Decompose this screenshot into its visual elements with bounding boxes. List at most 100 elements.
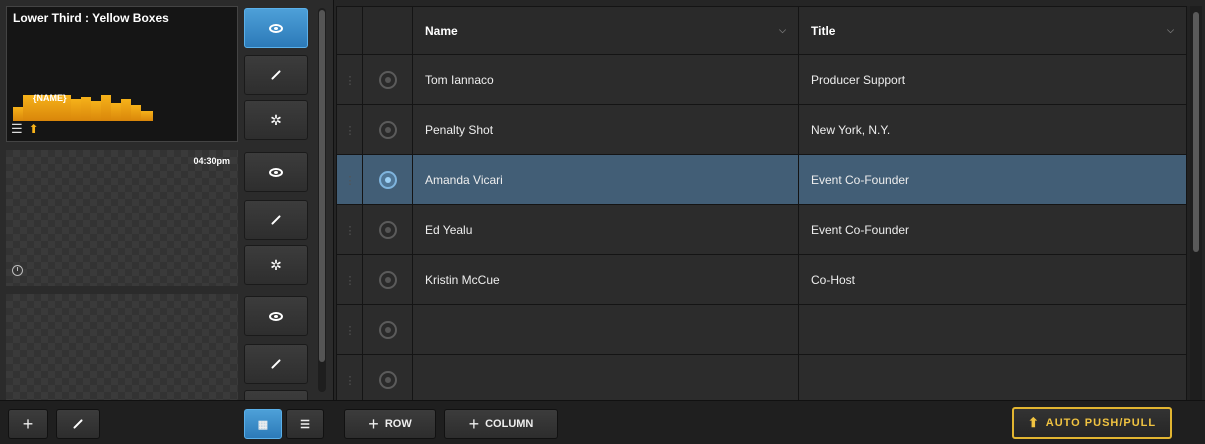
cell-name[interactable]: [412, 354, 799, 400]
row-radio[interactable]: [362, 104, 413, 155]
gear-icon: ✲: [270, 111, 282, 128]
row-radio[interactable]: [362, 54, 413, 105]
cell-title[interactable]: Producer Support: [798, 54, 1187, 105]
brush-icon: [271, 70, 281, 80]
grip-column-header: [336, 6, 363, 55]
table-row[interactable]: ⋮: [336, 354, 1187, 400]
table-scrollbar[interactable]: [1190, 6, 1202, 400]
row-grip[interactable]: ⋮: [336, 54, 363, 105]
grip-icon: ⋮: [344, 274, 356, 287]
grid-view-icon: ▦: [257, 418, 269, 431]
row-grip[interactable]: ⋮: [336, 104, 363, 155]
chevron-down-icon[interactable]: ⌵: [1167, 25, 1174, 36]
row-grip[interactable]: ⋮: [336, 354, 363, 400]
plus-icon: +: [468, 413, 480, 434]
cell-name[interactable]: Amanda Vicari: [412, 154, 799, 205]
table-row[interactable]: ⋮ Kristin McCue Co-Host: [336, 254, 1187, 305]
grip-icon: ⋮: [344, 324, 356, 337]
cell-title[interactable]: [798, 354, 1187, 400]
column-header-title[interactable]: Title ⌵: [798, 6, 1187, 55]
row-grip[interactable]: ⋮: [336, 254, 363, 305]
column-header-label: Title: [811, 23, 836, 38]
left-scrollbar[interactable]: [318, 8, 326, 392]
radio-icon[interactable]: [378, 170, 397, 189]
row-radio[interactable]: [362, 304, 413, 355]
table-row-selected[interactable]: ⋮ Amanda Vicari Event Co-Founder: [336, 154, 1187, 205]
list-view-button[interactable]: ☰: [286, 409, 324, 439]
cell-name[interactable]: Penalty Shot: [412, 104, 799, 155]
table-row[interactable]: ⋮ Penalty Shot New York, N.Y.: [336, 104, 1187, 155]
cell-title[interactable]: Event Co-Founder: [798, 154, 1187, 205]
cell-title[interactable]: New York, N.Y.: [798, 104, 1187, 155]
row-grip[interactable]: ⋮: [336, 304, 363, 355]
grip-icon: ⋮: [344, 224, 356, 237]
title-slot-3[interactable]: [4, 292, 314, 400]
cell-name[interactable]: [412, 304, 799, 355]
cell-title[interactable]: Event Co-Founder: [798, 204, 1187, 255]
grip-icon: ⋮: [344, 124, 356, 137]
table-row[interactable]: ⋮ Ed Yealu Event Co-Founder: [336, 204, 1187, 255]
plus-icon: +: [368, 413, 379, 434]
cell-title[interactable]: Co-Host: [798, 254, 1187, 305]
chevron-down-icon[interactable]: ⌵: [779, 25, 786, 36]
eye-icon: [269, 23, 283, 33]
cell-title[interactable]: [798, 304, 1187, 355]
row-radio[interactable]: [362, 204, 413, 255]
gear-icon: ✲: [270, 256, 282, 273]
radio-icon[interactable]: [378, 270, 397, 289]
add-row-button[interactable]: + ROW: [344, 409, 436, 439]
list-icon: ☰: [300, 418, 310, 431]
scroll-thumb[interactable]: [319, 10, 325, 362]
table-row[interactable]: ⋮ Tom Iannaco Producer Support: [336, 54, 1187, 105]
add-row-label: ROW: [384, 418, 412, 430]
radio-icon[interactable]: [378, 120, 397, 139]
row-radio[interactable]: [362, 354, 413, 400]
table-row[interactable]: ⋮: [336, 304, 1187, 355]
radio-icon[interactable]: [378, 70, 397, 89]
lower-third-editor: Lower Third : Yellow Boxes {NAME} ☰ ⬆ ✲ …: [0, 0, 1205, 444]
graphic-placeholder-label: {NAME}: [33, 93, 67, 103]
settings-button[interactable]: ✲: [244, 245, 308, 285]
eye-icon: [269, 167, 283, 177]
add-column-label: COLUMN: [485, 418, 534, 430]
row-grip[interactable]: ⋮: [336, 204, 363, 255]
list-icon[interactable]: ☰: [11, 121, 23, 137]
settings-button[interactable]: ✲: [244, 100, 308, 140]
edit-button[interactable]: [244, 344, 308, 384]
grip-icon: ⋮: [344, 174, 356, 187]
settings-button[interactable]: [244, 390, 308, 400]
radio-column-header: [362, 6, 413, 55]
edit-title-button[interactable]: [56, 409, 100, 439]
cell-name[interactable]: Ed Yealu: [412, 204, 799, 255]
row-radio[interactable]: [362, 254, 413, 305]
preview-eye-button[interactable]: [244, 8, 308, 48]
edit-button[interactable]: [244, 200, 308, 240]
auto-push-pull-label: AUTO PUSH/PULL: [1045, 417, 1157, 429]
grid-view-button[interactable]: ▦: [244, 409, 282, 439]
preview-eye-button[interactable]: [244, 296, 308, 336]
title-slot-1[interactable]: Lower Third : Yellow Boxes {NAME} ☰ ⬆ ✲: [4, 0, 314, 142]
upload-arrow-icon: ⬆: [1027, 415, 1040, 430]
row-radio[interactable]: [362, 154, 413, 205]
eye-icon: [269, 311, 283, 321]
radio-icon[interactable]: [378, 370, 397, 389]
add-column-button[interactable]: + COLUMN: [444, 409, 558, 439]
grip-icon: ⋮: [344, 74, 356, 87]
preview-eye-button[interactable]: [244, 152, 308, 192]
bottom-toolbar: + ▦ ☰ + ROW + COLUMN ⬆ AUTO PUSH/PULL: [0, 400, 1205, 444]
column-header-name[interactable]: Name ⌵: [412, 6, 799, 55]
slot-preview[interactable]: [6, 294, 238, 400]
cell-name[interactable]: Tom Iannaco: [412, 54, 799, 105]
auto-push-pull-button[interactable]: ⬆ AUTO PUSH/PULL: [1012, 407, 1172, 439]
slot-preview[interactable]: Lower Third : Yellow Boxes {NAME} ☰ ⬆: [6, 6, 238, 142]
add-title-button[interactable]: +: [8, 409, 48, 439]
scroll-thumb[interactable]: [1193, 12, 1199, 252]
title-slot-2[interactable]: 04:30pm ✲: [4, 146, 314, 288]
upload-arrow-icon[interactable]: ⬆: [29, 122, 39, 136]
radio-icon[interactable]: [378, 320, 397, 339]
radio-icon[interactable]: [378, 220, 397, 239]
row-grip[interactable]: ⋮: [336, 154, 363, 205]
cell-name[interactable]: Kristin McCue: [412, 254, 799, 305]
slot-preview[interactable]: 04:30pm: [6, 150, 238, 286]
edit-button[interactable]: [244, 55, 308, 95]
